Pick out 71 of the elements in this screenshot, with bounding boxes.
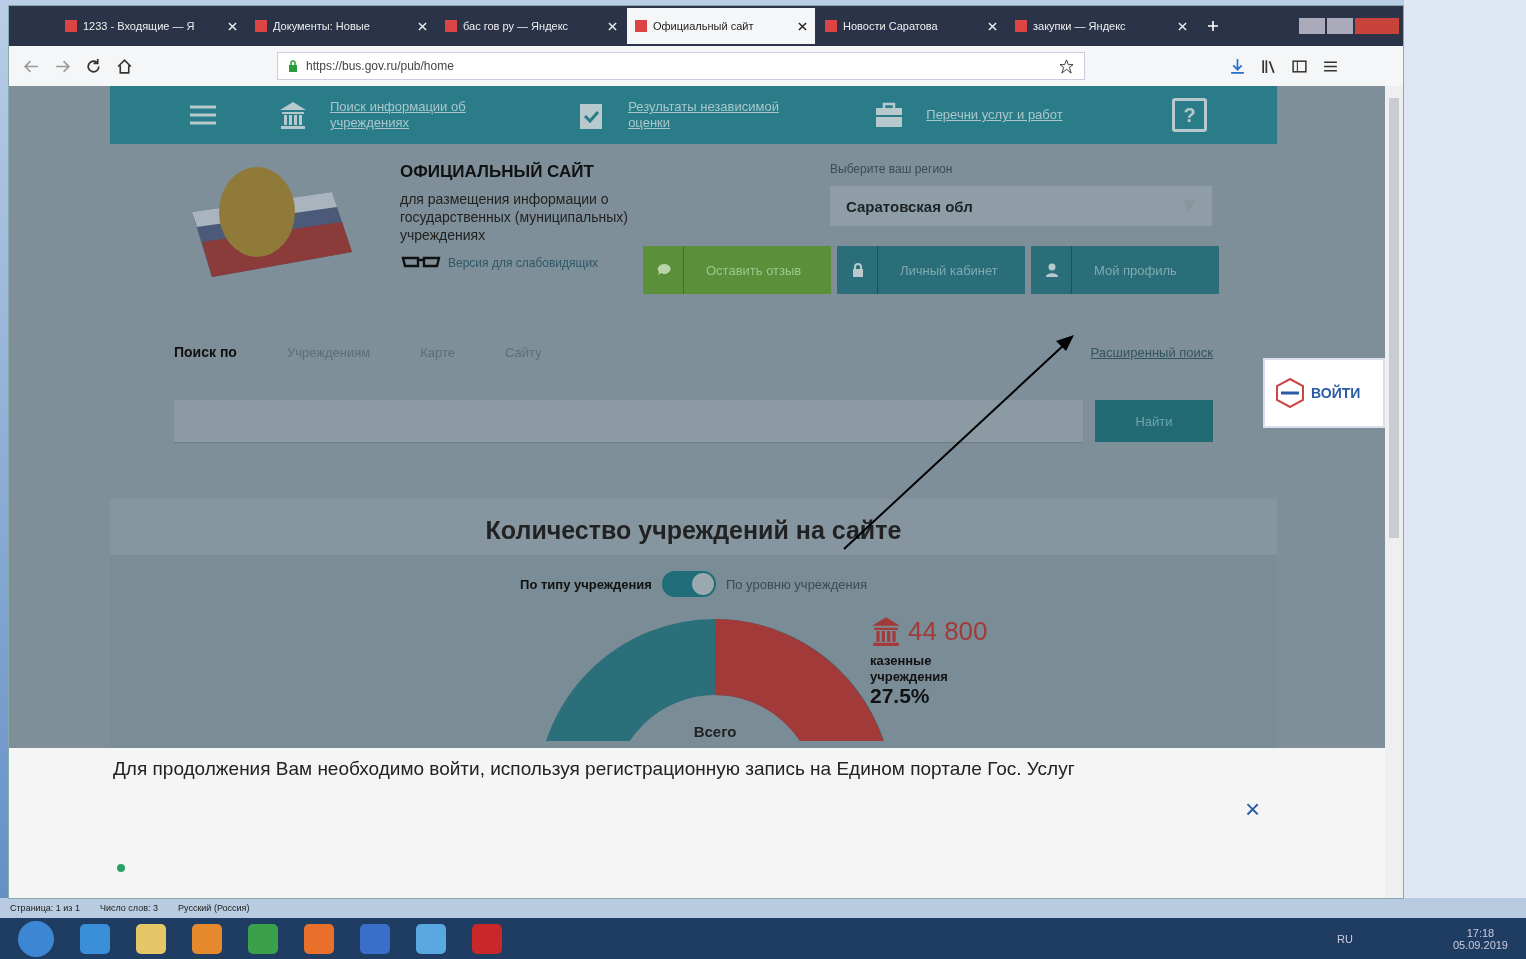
reload-icon[interactable]: [85, 57, 102, 75]
app-taskbar-icon[interactable]: [416, 923, 446, 954]
browser-tab[interactable]: Новости Саратова: [817, 8, 1005, 44]
close-button[interactable]: ×: [1241, 794, 1265, 825]
download-icon[interactable]: [1229, 57, 1246, 75]
browser-tab[interactable]: 1233 - Входящие — Я: [57, 8, 245, 44]
browser-tab[interactable]: закупки — Яндекс: [1007, 8, 1195, 44]
site-subtitle: для размещения информации о государственных (муниципальных) учреждениях: [400, 190, 629, 245]
tab-icon: [1015, 20, 1027, 32]
home-icon[interactable]: [116, 57, 133, 75]
search-button[interactable]: Найти: [1095, 400, 1213, 442]
clock-time: 17:18: [1466, 926, 1495, 939]
header-button[interactable]: Оставить отзыв: [643, 246, 831, 294]
browser-taskbar-icon[interactable]: [248, 923, 278, 954]
close-icon[interactable]: [798, 21, 807, 31]
stat-label: казенные учреждения: [870, 653, 949, 685]
stat-value: 44 800: [908, 615, 988, 647]
tab-icon: [635, 20, 647, 32]
library-icon[interactable]: [1260, 57, 1277, 75]
tab-icon: [65, 20, 77, 32]
window-controls[interactable]: [1299, 18, 1399, 34]
browser-taskbar-icon[interactable]: [80, 923, 110, 954]
toggle-switch[interactable]: [661, 571, 716, 597]
nav-link[interactable]: Перечни услуг и работ: [926, 107, 1107, 123]
site-title: ОФИЦИАЛЬНЫЙ САЙТ: [400, 162, 595, 182]
tab-icon: [825, 20, 837, 32]
nav-link[interactable]: Результаты независимой оценки: [628, 99, 809, 131]
login-button[interactable]: ВОЙТИ: [1263, 358, 1385, 428]
header-button[interactable]: Мой профиль: [1031, 246, 1219, 294]
header-button[interactable]: Личный кабинет: [837, 246, 1025, 294]
stat-percent: 27.5%: [870, 684, 931, 709]
banner-message: Для продолжения Вам необходимо войти, используя регистрационную запись на Едином портале Гос. Услуг: [113, 758, 1075, 780]
advanced-search-link[interactable]: Расширенный поиск: [1090, 344, 1213, 360]
browser-tab[interactable]: Документы: Новые: [247, 8, 435, 44]
toggle-label: По уровню учреждения: [725, 576, 867, 592]
status-text: Страница: 1 из 1: [10, 903, 80, 913]
briefcase-icon: [874, 100, 905, 130]
sidebar-icon[interactable]: [1291, 57, 1308, 75]
hexagon-logo-icon: [1275, 378, 1305, 408]
chart-center-label: Всего: [692, 723, 738, 740]
help-button[interactable]: ?: [1172, 98, 1207, 132]
building-icon: [870, 615, 902, 647]
user-icon: [1045, 263, 1059, 277]
star-icon[interactable]: [1059, 58, 1074, 74]
toggle-label: По типу учреждения: [520, 576, 652, 592]
search-field[interactable]: [174, 400, 1083, 443]
new-tab-icon[interactable]: [1207, 20, 1219, 32]
region-label: Выберите ваш регион: [830, 162, 954, 176]
region-dropdown[interactable]: Саратовская обл: [830, 186, 1212, 226]
status-text: Число слов: 3: [99, 903, 158, 913]
search-label: Поиск по: [174, 344, 237, 360]
start-button[interactable]: [18, 920, 54, 957]
browser-tab[interactable]: Официальный сайт: [627, 8, 815, 44]
address-bar[interactable]: https://bus.gov.ru/pub/home: [277, 52, 1085, 80]
low-vision-link[interactable]: Версия для слабовидящих: [448, 255, 599, 270]
tab-icon: [445, 20, 457, 32]
lock-icon: [288, 60, 298, 72]
chat-icon: [657, 263, 671, 277]
tab-icon: [255, 20, 267, 32]
lock-icon: [851, 263, 865, 277]
clock-date: 05.09.2019: [1452, 938, 1508, 951]
scrollbar[interactable]: [1385, 86, 1403, 898]
browser-taskbar-icon[interactable]: [304, 923, 334, 954]
browser-tab[interactable]: бас гов ру — Яндекс: [437, 8, 625, 44]
status-dot-icon: [117, 864, 125, 872]
media-taskbar-icon[interactable]: [192, 923, 222, 954]
building-icon: [278, 100, 308, 130]
folder-taskbar-icon[interactable]: [136, 923, 166, 954]
language-indicator[interactable]: RU: [1337, 932, 1353, 945]
status-text: Русский (Россия): [178, 903, 250, 913]
nav-link[interactable]: Поиск информации об учреждениях: [330, 99, 510, 131]
